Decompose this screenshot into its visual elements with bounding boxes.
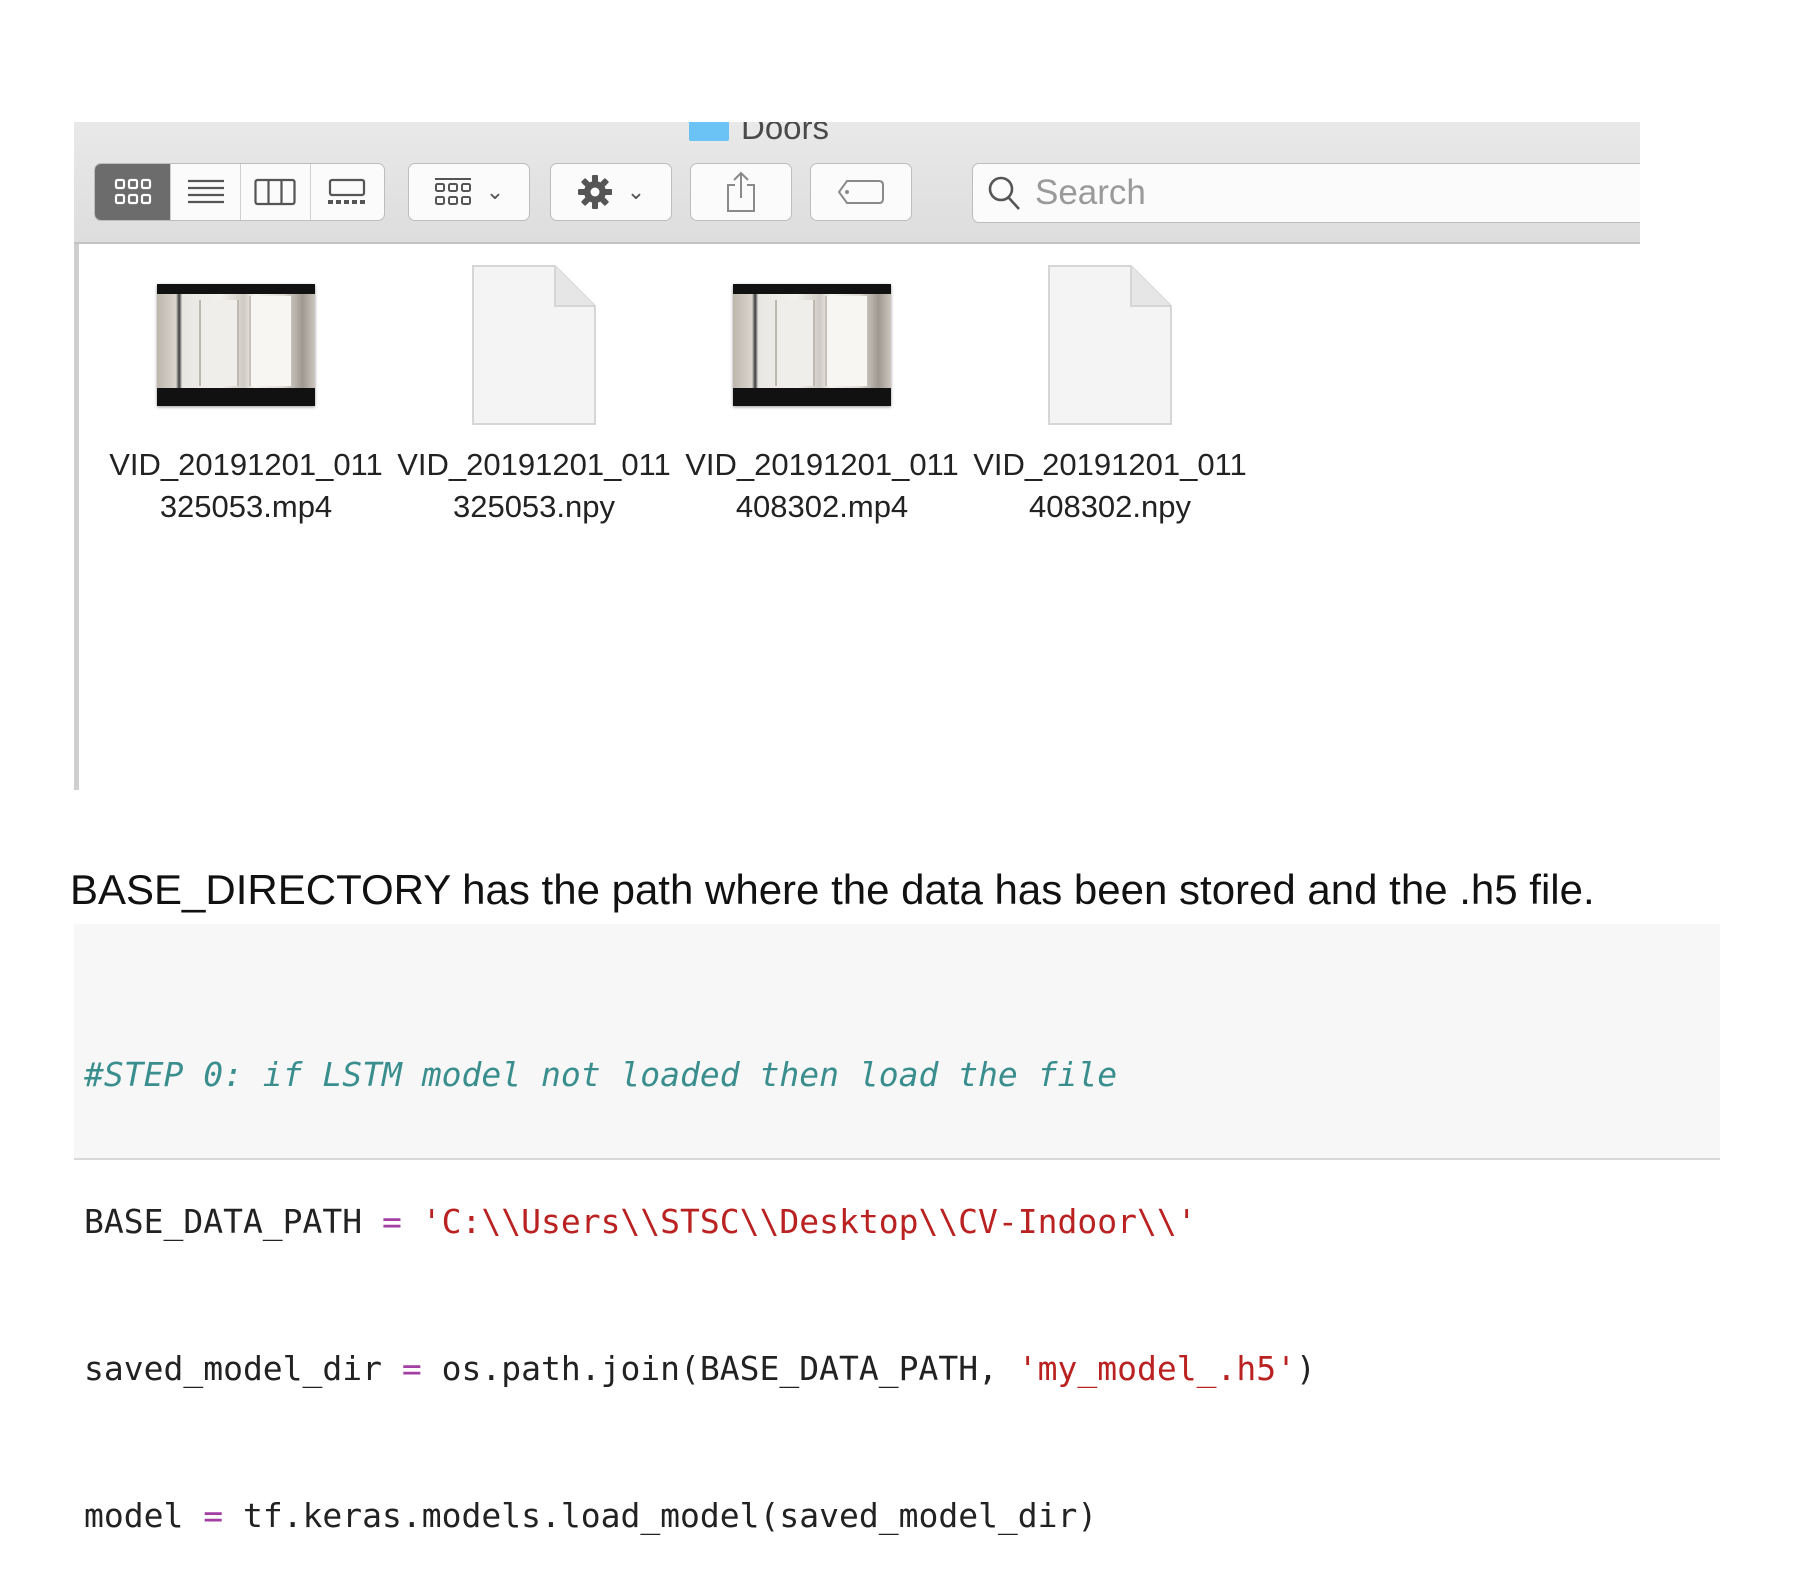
column-view-button[interactable] (241, 164, 311, 220)
icon-view-button[interactable] (95, 164, 172, 220)
finder-toolbar: Doors ⌄ ⌄ Search (74, 122, 1640, 244)
search-input[interactable]: Search (972, 163, 1640, 223)
gallery-view-button[interactable] (311, 164, 384, 220)
share-icon (727, 171, 755, 212)
columns-icon (254, 178, 296, 206)
gallery-icon (328, 178, 366, 204)
window-title-text: Doors (741, 122, 830, 146)
file-name: VID_20191201_011 325053.npy (397, 447, 671, 524)
chevron-down-icon: ⌄ (485, 179, 505, 204)
finder-window: Doors ⌄ ⌄ Search VID_20191201_011 325053… (74, 122, 1640, 790)
share-button[interactable] (690, 163, 792, 221)
code-line-load-model: model = tf.keras.models.load_model(saved… (84, 1496, 1098, 1535)
document-icon (472, 265, 596, 425)
list-icon (187, 179, 224, 204)
tags-button[interactable] (810, 163, 912, 221)
video-thumbnail (733, 284, 891, 406)
grid-icon (114, 178, 151, 205)
document-icon (1048, 265, 1172, 425)
file-name: VID_20191201_011 325053.mp4 (109, 447, 383, 524)
video-thumbnail (157, 284, 315, 406)
action-button[interactable]: ⌄ (550, 163, 672, 221)
file-name: VID_20191201_011 408302.mp4 (685, 447, 959, 524)
view-mode-control (94, 163, 385, 221)
search-icon (988, 176, 1020, 210)
code-line-comment: #STEP 0: if LSTM model not loaded then l… (84, 1055, 1118, 1094)
file-name: VID_20191201_011 408302.npy (973, 447, 1247, 524)
grid-group-icon (434, 178, 471, 205)
search-placeholder: Search (1035, 173, 1146, 212)
chevron-down-icon: ⌄ (626, 179, 646, 204)
caption-text: BASE_DIRECTORY has the path where the da… (70, 866, 1595, 913)
file-area: VID_20191201_011 325053.mp4 VID_20191201_… (74, 244, 1640, 790)
window-title: Doors (689, 122, 829, 148)
tag-icon (837, 180, 884, 204)
code-line-base-path: BASE_DATA_PATH = 'C:\\Users\\STSC\\Deskt… (84, 1202, 1197, 1241)
code-cell: #STEP 0: if LSTM model not loaded then l… (74, 924, 1720, 1535)
group-by-button[interactable]: ⌄ (408, 163, 530, 221)
gear-icon (577, 175, 612, 209)
list-view-button[interactable] (171, 164, 241, 220)
code-line-saved-model-dir: saved_model_dir = os.path.join(BASE_DATA… (84, 1349, 1316, 1388)
folder-icon (689, 122, 729, 141)
